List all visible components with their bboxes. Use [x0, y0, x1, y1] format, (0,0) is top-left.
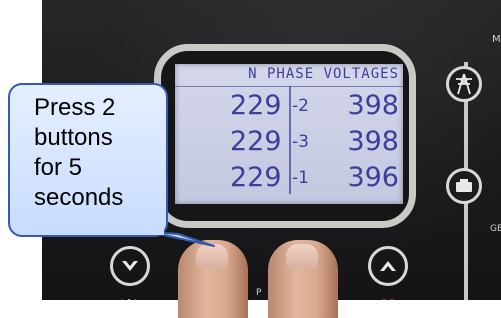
lamp-test-icon	[119, 292, 139, 300]
display-row: 229 -1 396	[175, 162, 403, 193]
up-button[interactable]	[368, 246, 408, 286]
phase-phase-voltage: 398	[347, 126, 399, 157]
phase-neutral-voltage: 229	[230, 90, 282, 121]
mute-horn-icon	[375, 292, 405, 300]
transmission-tower-icon	[456, 73, 472, 95]
generator-icon	[456, 179, 472, 192]
up-arrow-icon	[380, 261, 396, 271]
phase-neutral-voltage: 229	[230, 162, 282, 193]
fingernail-right	[286, 244, 318, 268]
fingernail-left	[196, 244, 228, 268]
phase-phase-voltage: 396	[347, 162, 399, 193]
down-button[interactable]	[110, 246, 150, 286]
panel-label-right: GE	[490, 224, 501, 234]
callout-line: Press 2	[34, 94, 116, 121]
phase-pair-label: -3	[292, 132, 309, 152]
callout-line: buttons	[34, 124, 113, 151]
phase-neutral-voltage: 229	[230, 126, 282, 157]
lcd-display: N PHASE VOLTAGES 229 -2 398 229 -3 398 2…	[175, 64, 403, 204]
callout-text: Press 2 buttons for 5 seconds	[34, 93, 123, 213]
display-row: 229 -2 398	[175, 90, 403, 121]
phase-pair-label: -2	[292, 96, 309, 116]
callout-line: for 5	[34, 154, 83, 181]
phase-phase-voltage: 398	[347, 90, 399, 121]
mains-button[interactable]	[446, 66, 482, 102]
callout-line: seconds	[34, 184, 124, 211]
instruction-callout: Press 2 buttons for 5 seconds	[8, 83, 168, 237]
down-arrow-icon	[122, 261, 138, 271]
callout-tail-join	[150, 229, 164, 235]
panel-label-bottom: P	[256, 288, 262, 298]
panel-label-top-right: M	[492, 34, 501, 45]
display-row: 229 -3 398	[175, 126, 403, 157]
display-title: N PHASE VOLTAGES	[248, 66, 399, 82]
phase-pair-label: -1	[292, 168, 309, 188]
generator-button[interactable]	[446, 168, 482, 204]
